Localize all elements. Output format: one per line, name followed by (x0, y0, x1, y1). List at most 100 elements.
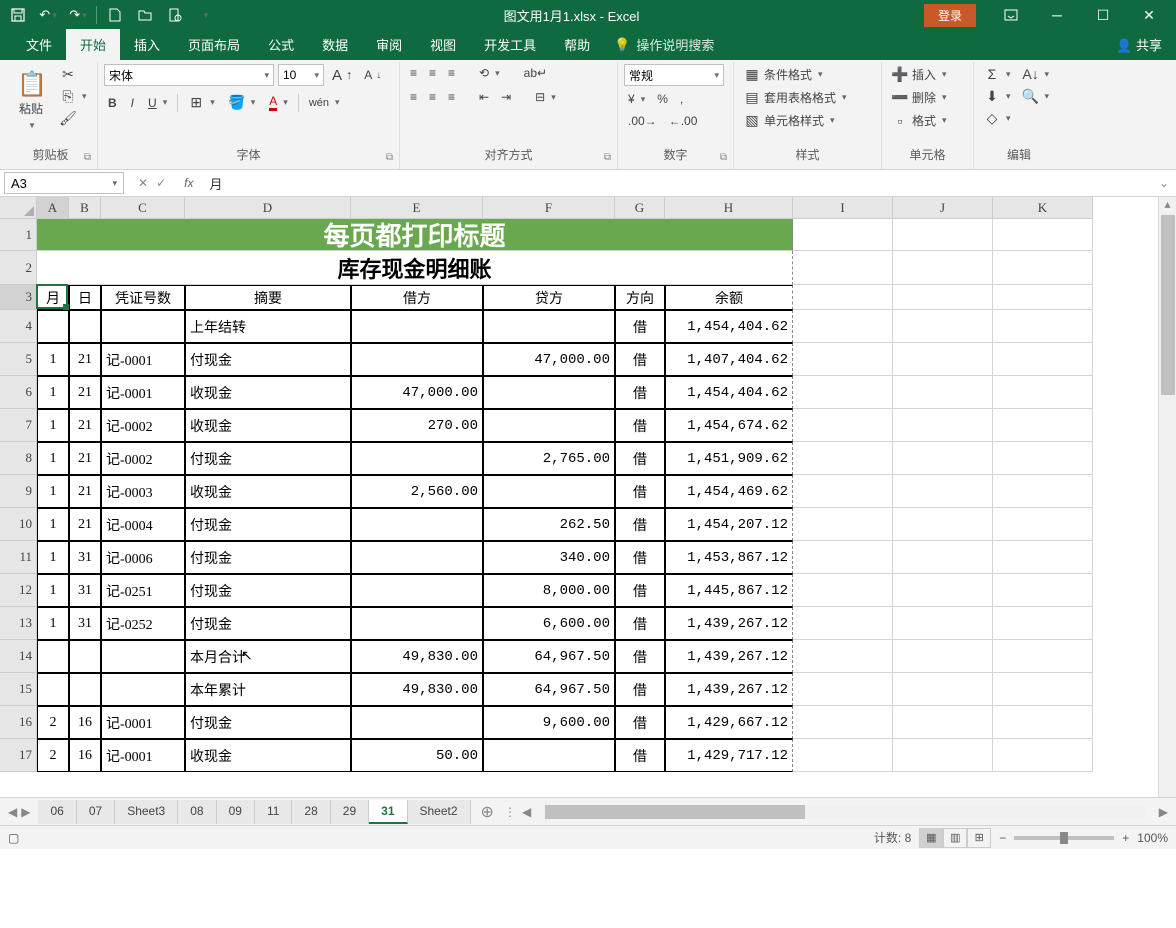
cell[interactable]: 贷方 (483, 285, 615, 310)
sheet-tab[interactable]: Sheet3 (115, 800, 178, 824)
clear-button[interactable]: ◇▾ (980, 108, 1015, 128)
sort-filter-button[interactable]: A↓▾ (1019, 64, 1054, 84)
underline-button[interactable]: U▾ (144, 94, 171, 112)
cell[interactable]: 摘要 (185, 285, 351, 310)
row-header[interactable]: 2 (0, 251, 37, 285)
cell[interactable]: 2,765.00 (483, 442, 615, 475)
zoom-out-button[interactable]: − (999, 831, 1006, 845)
cell[interactable] (793, 706, 893, 739)
column-header[interactable]: F (483, 197, 615, 219)
cell[interactable]: 21 (69, 475, 101, 508)
cell[interactable] (893, 739, 993, 772)
cell[interactable] (351, 574, 483, 607)
sheet-tab[interactable]: 11 (255, 800, 292, 824)
share-button[interactable]: 👤 共享 (1102, 29, 1176, 60)
format-cells-button[interactable]: ▫格式▾ (888, 110, 951, 131)
page-layout-view-button[interactable]: ▥ (943, 828, 967, 848)
tab-view[interactable]: 视图 (416, 29, 470, 60)
italic-button[interactable]: I (127, 94, 138, 112)
cell[interactable] (101, 673, 185, 706)
cell[interactable] (351, 310, 483, 343)
cell[interactable] (893, 673, 993, 706)
page-break-view-button[interactable]: ⊞ (967, 828, 991, 848)
sheet-tab[interactable]: 29 (331, 800, 369, 824)
cell[interactable]: 1 (37, 376, 69, 409)
cell[interactable]: 1 (37, 442, 69, 475)
cell[interactable]: 21 (69, 343, 101, 376)
cell[interactable] (993, 508, 1093, 541)
cell[interactable]: 1 (37, 607, 69, 640)
scrollbar-thumb[interactable] (1161, 215, 1175, 395)
cell[interactable]: 262.50 (483, 508, 615, 541)
cell[interactable] (793, 574, 893, 607)
cell[interactable]: 1 (37, 508, 69, 541)
orientation-button[interactable]: ⟲▾ (475, 64, 504, 82)
align-center-button[interactable]: ≡ (425, 88, 440, 106)
cell[interactable]: 64,967.50 (483, 640, 615, 673)
align-left-button[interactable]: ≡ (406, 88, 421, 106)
cell[interactable]: 付现金 (185, 607, 351, 640)
comma-button[interactable]: , (676, 90, 687, 108)
cell[interactable]: 49,830.00 (351, 640, 483, 673)
cell[interactable]: 上年结转 (185, 310, 351, 343)
cell[interactable]: 1,454,674.62 (665, 409, 793, 442)
column-header[interactable]: B (69, 197, 101, 219)
cell[interactable] (351, 706, 483, 739)
cell[interactable] (793, 409, 893, 442)
align-middle-button[interactable]: ≡ (425, 64, 440, 82)
tab-review[interactable]: 审阅 (362, 29, 416, 60)
cell[interactable]: 31 (69, 541, 101, 574)
cell[interactable]: 21 (69, 376, 101, 409)
cell[interactable]: 借 (615, 574, 665, 607)
sheet-tab[interactable]: 06 (38, 800, 76, 824)
shrink-font-button[interactable]: A↓ (360, 66, 385, 84)
cell[interactable] (793, 285, 893, 310)
select-all-corner[interactable] (0, 197, 37, 219)
sheet-tab[interactable]: 31 (369, 800, 407, 824)
dialog-launcher-icon[interactable]: ⧉ (386, 152, 393, 163)
cell[interactable] (483, 310, 615, 343)
cell[interactable]: 日 (69, 285, 101, 310)
cell-styles-button[interactable]: ▧单元格样式▾ (740, 110, 851, 131)
cell[interactable] (893, 607, 993, 640)
cell[interactable]: 方向 (615, 285, 665, 310)
cell[interactable]: 1,454,207.12 (665, 508, 793, 541)
dialog-launcher-icon[interactable]: ⧉ (604, 152, 611, 163)
cell[interactable] (793, 739, 893, 772)
print-preview-icon[interactable] (161, 3, 189, 27)
cell[interactable]: 记-0251 (101, 574, 185, 607)
redo-icon[interactable]: ↷▾ (64, 3, 92, 27)
column-header[interactable]: I (793, 197, 893, 219)
bold-button[interactable]: B (104, 94, 121, 112)
macro-record-icon[interactable]: ▢ (8, 831, 19, 845)
cell[interactable]: 借 (615, 706, 665, 739)
cell[interactable]: 1 (37, 343, 69, 376)
tell-me-search[interactable]: 💡 操作说明搜索 (604, 29, 724, 60)
cell[interactable] (993, 219, 1093, 251)
cell[interactable]: 1,451,909.62 (665, 442, 793, 475)
indent-dec-button[interactable]: ⇤ (475, 88, 493, 106)
cell[interactable]: 付现金 (185, 442, 351, 475)
vertical-scrollbar[interactable]: ▴ (1158, 197, 1176, 797)
cell[interactable]: 收现金 (185, 475, 351, 508)
row-header[interactable]: 4 (0, 310, 37, 343)
fx-icon[interactable]: fx (176, 176, 201, 190)
cell[interactable] (893, 640, 993, 673)
cell[interactable]: 本月合计 (185, 640, 351, 673)
sheet-nav-prev-icon[interactable]: ◀ (8, 805, 17, 819)
cell[interactable]: 47,000.00 (351, 376, 483, 409)
cell[interactable]: 付现金 (185, 706, 351, 739)
cell[interactable] (893, 541, 993, 574)
cell[interactable] (993, 640, 1093, 673)
grow-font-button[interactable]: A↑ (328, 65, 356, 86)
cell[interactable]: 2,560.00 (351, 475, 483, 508)
tab-formulas[interactable]: 公式 (254, 29, 308, 60)
cell[interactable] (793, 219, 893, 251)
cell[interactable] (893, 706, 993, 739)
cell[interactable]: 借 (615, 640, 665, 673)
zoom-slider[interactable] (1014, 836, 1114, 840)
sheet-tab[interactable]: Sheet2 (408, 800, 471, 824)
cell[interactable]: 付现金 (185, 541, 351, 574)
cell[interactable]: 本年累计 (185, 673, 351, 706)
cell[interactable]: 月 (37, 285, 69, 310)
